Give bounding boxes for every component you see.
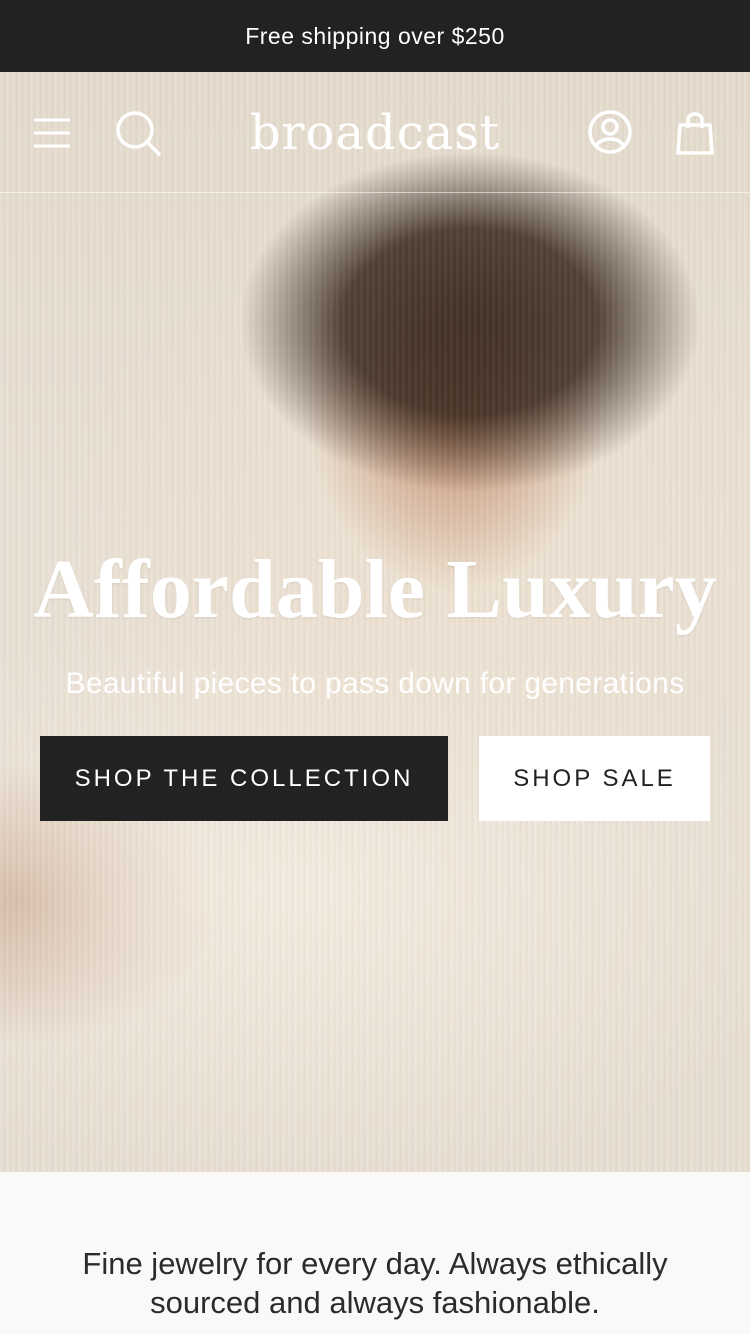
brand-logo-text: broadcast [249,105,501,161]
search-icon [116,111,161,156]
account-icon [588,110,632,154]
hero-title: Affordable Luxury [33,543,717,636]
shop-collection-label: SHOP THE COLLECTION [74,764,414,792]
menu-button[interactable] [28,112,76,154]
hamburger-menu-icon [34,118,70,148]
intro-text: Fine jewelry for every day. Always ethic… [82,1246,668,1320]
shop-collection-button[interactable]: SHOP THE COLLECTION [40,736,448,821]
intro-section: Fine jewelry for every day. Always ethic… [0,1172,750,1334]
cart-button[interactable] [672,108,718,158]
hero-subtitle: Beautiful pieces to pass down for genera… [65,667,685,700]
brand-logo[interactable]: broadcast [230,100,520,166]
shopping-bag-icon [676,112,714,155]
search-button[interactable] [112,108,164,158]
shop-sale-label: SHOP SALE [513,764,676,792]
shop-sale-button[interactable]: SHOP SALE [479,736,710,821]
announcement-bar: Free shipping over $250 [0,0,750,72]
announcement-text: Free shipping over $250 [245,22,505,49]
site-header: broadcast [0,72,750,193]
account-button[interactable] [586,108,634,156]
